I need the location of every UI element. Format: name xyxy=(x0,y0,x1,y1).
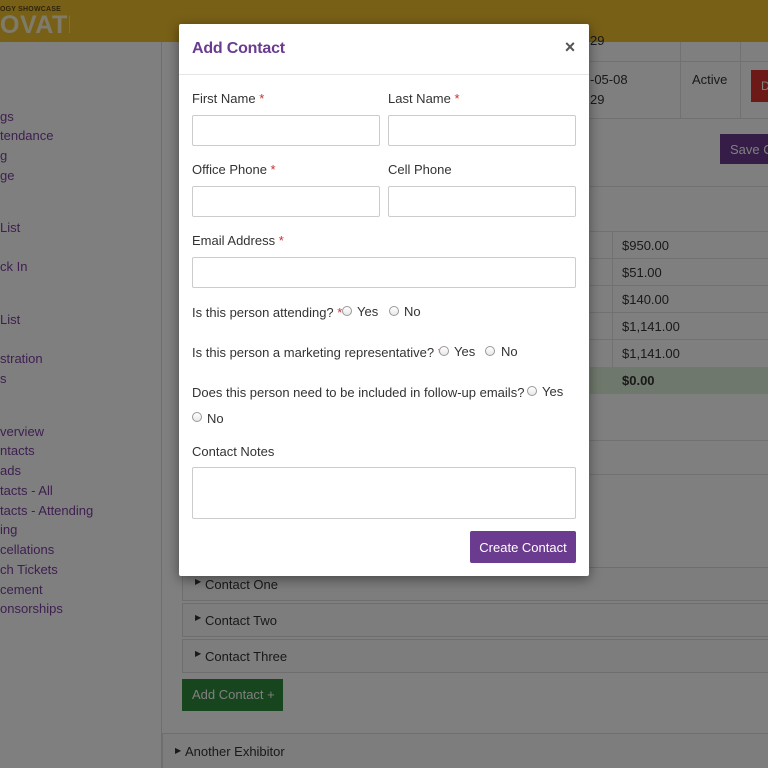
marketing-question: Is this person a marketing representativ… xyxy=(192,345,443,360)
add-contact-modal: Add Contact × First Name * Last Name * O… xyxy=(179,24,589,576)
marketing-no-label: No xyxy=(501,344,518,359)
last-name-label-text: Last Name xyxy=(388,91,451,106)
create-contact-button[interactable]: Create Contact xyxy=(470,531,576,563)
marketing-question-text: Is this person a marketing representativ… xyxy=(192,345,435,360)
attending-yes-radio[interactable] xyxy=(342,306,352,316)
marketing-no-radio[interactable] xyxy=(485,346,495,356)
required-mark: * xyxy=(270,162,276,177)
cell-phone-label: Cell Phone xyxy=(388,162,452,177)
office-phone-label-text: Office Phone xyxy=(192,162,267,177)
followup-yes-label: Yes xyxy=(542,384,564,399)
office-phone-label: Office Phone * xyxy=(192,162,276,177)
first-name-label: First Name * xyxy=(192,91,264,106)
followup-question: Does this person need to be included in … xyxy=(192,385,533,400)
close-icon[interactable]: × xyxy=(560,37,580,59)
email-label: Email Address * xyxy=(192,233,284,248)
first-name-input[interactable] xyxy=(192,115,380,146)
first-name-label-text: First Name xyxy=(192,91,256,106)
attending-question: Is this person attending? * xyxy=(192,305,342,320)
followup-no-label: No xyxy=(207,411,224,426)
email-label-text: Email Address xyxy=(192,233,276,248)
followup-yes-radio[interactable] xyxy=(527,386,537,396)
attending-no-label: No xyxy=(404,304,421,319)
marketing-yes-radio[interactable] xyxy=(439,346,449,356)
followup-question-text: Does this person need to be included in … xyxy=(192,385,525,400)
notes-textarea[interactable] xyxy=(192,467,576,519)
required-mark: * xyxy=(278,233,284,248)
attending-no-radio[interactable] xyxy=(389,306,399,316)
marketing-yes-label: Yes xyxy=(454,344,476,359)
required-mark: * xyxy=(454,91,460,106)
last-name-label: Last Name * xyxy=(388,91,460,106)
attending-yes-label: Yes xyxy=(357,304,379,319)
office-phone-input[interactable] xyxy=(192,186,380,217)
notes-label: Contact Notes xyxy=(192,444,275,459)
modal-title: Add Contact xyxy=(192,40,285,57)
cell-phone-input[interactable] xyxy=(388,186,576,217)
modal-header: Add Contact × xyxy=(179,24,589,75)
followup-no-radio[interactable] xyxy=(192,412,202,422)
last-name-input[interactable] xyxy=(388,115,576,146)
required-mark: * xyxy=(259,91,265,106)
email-input[interactable] xyxy=(192,257,576,288)
attending-question-text: Is this person attending? xyxy=(192,305,334,320)
